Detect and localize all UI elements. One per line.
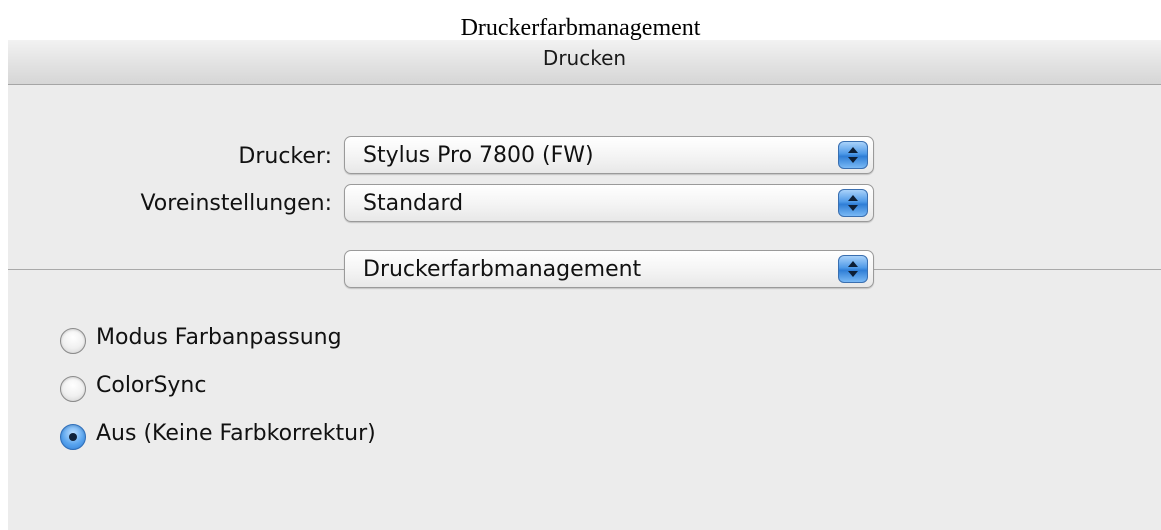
radio-label: Modus Farbanpassung bbox=[96, 325, 342, 350]
separator-right bbox=[874, 269, 1161, 270]
radio-selected-dot bbox=[69, 433, 77, 441]
radio-button[interactable] bbox=[60, 376, 86, 402]
window-titlebar: Drucken bbox=[8, 40, 1161, 85]
presets-popup[interactable]: Standard bbox=[344, 184, 874, 222]
radio-button[interactable] bbox=[60, 328, 86, 354]
up-down-arrows-icon bbox=[838, 141, 868, 169]
printer-label: Drucker: bbox=[238, 144, 332, 169]
window-title: Drucken bbox=[542, 46, 627, 70]
panel-popup[interactable]: Druckerfarbmanagement bbox=[344, 250, 874, 288]
printer-popup[interactable]: Stylus Pro 7800 (FW) bbox=[344, 136, 874, 174]
radio-label: Aus (Keine Farbkorrektur) bbox=[96, 421, 376, 446]
presets-label: Voreinstellungen: bbox=[140, 191, 332, 216]
radio-label: ColorSync bbox=[96, 373, 207, 398]
figure-caption: Druckerfarbmanagement bbox=[460, 15, 701, 41]
presets-popup-value: Standard bbox=[363, 191, 464, 216]
print-dialog: Drucken Drucker: Stylus Pro 7800 (FW) Vo… bbox=[8, 40, 1161, 530]
radio-button-selected[interactable] bbox=[60, 424, 86, 450]
printer-popup-value: Stylus Pro 7800 (FW) bbox=[363, 143, 594, 168]
separator-left bbox=[8, 269, 344, 270]
panel-popup-value: Druckerfarbmanagement bbox=[363, 257, 642, 282]
up-down-arrows-icon bbox=[838, 189, 868, 217]
up-down-arrows-icon bbox=[838, 255, 868, 283]
